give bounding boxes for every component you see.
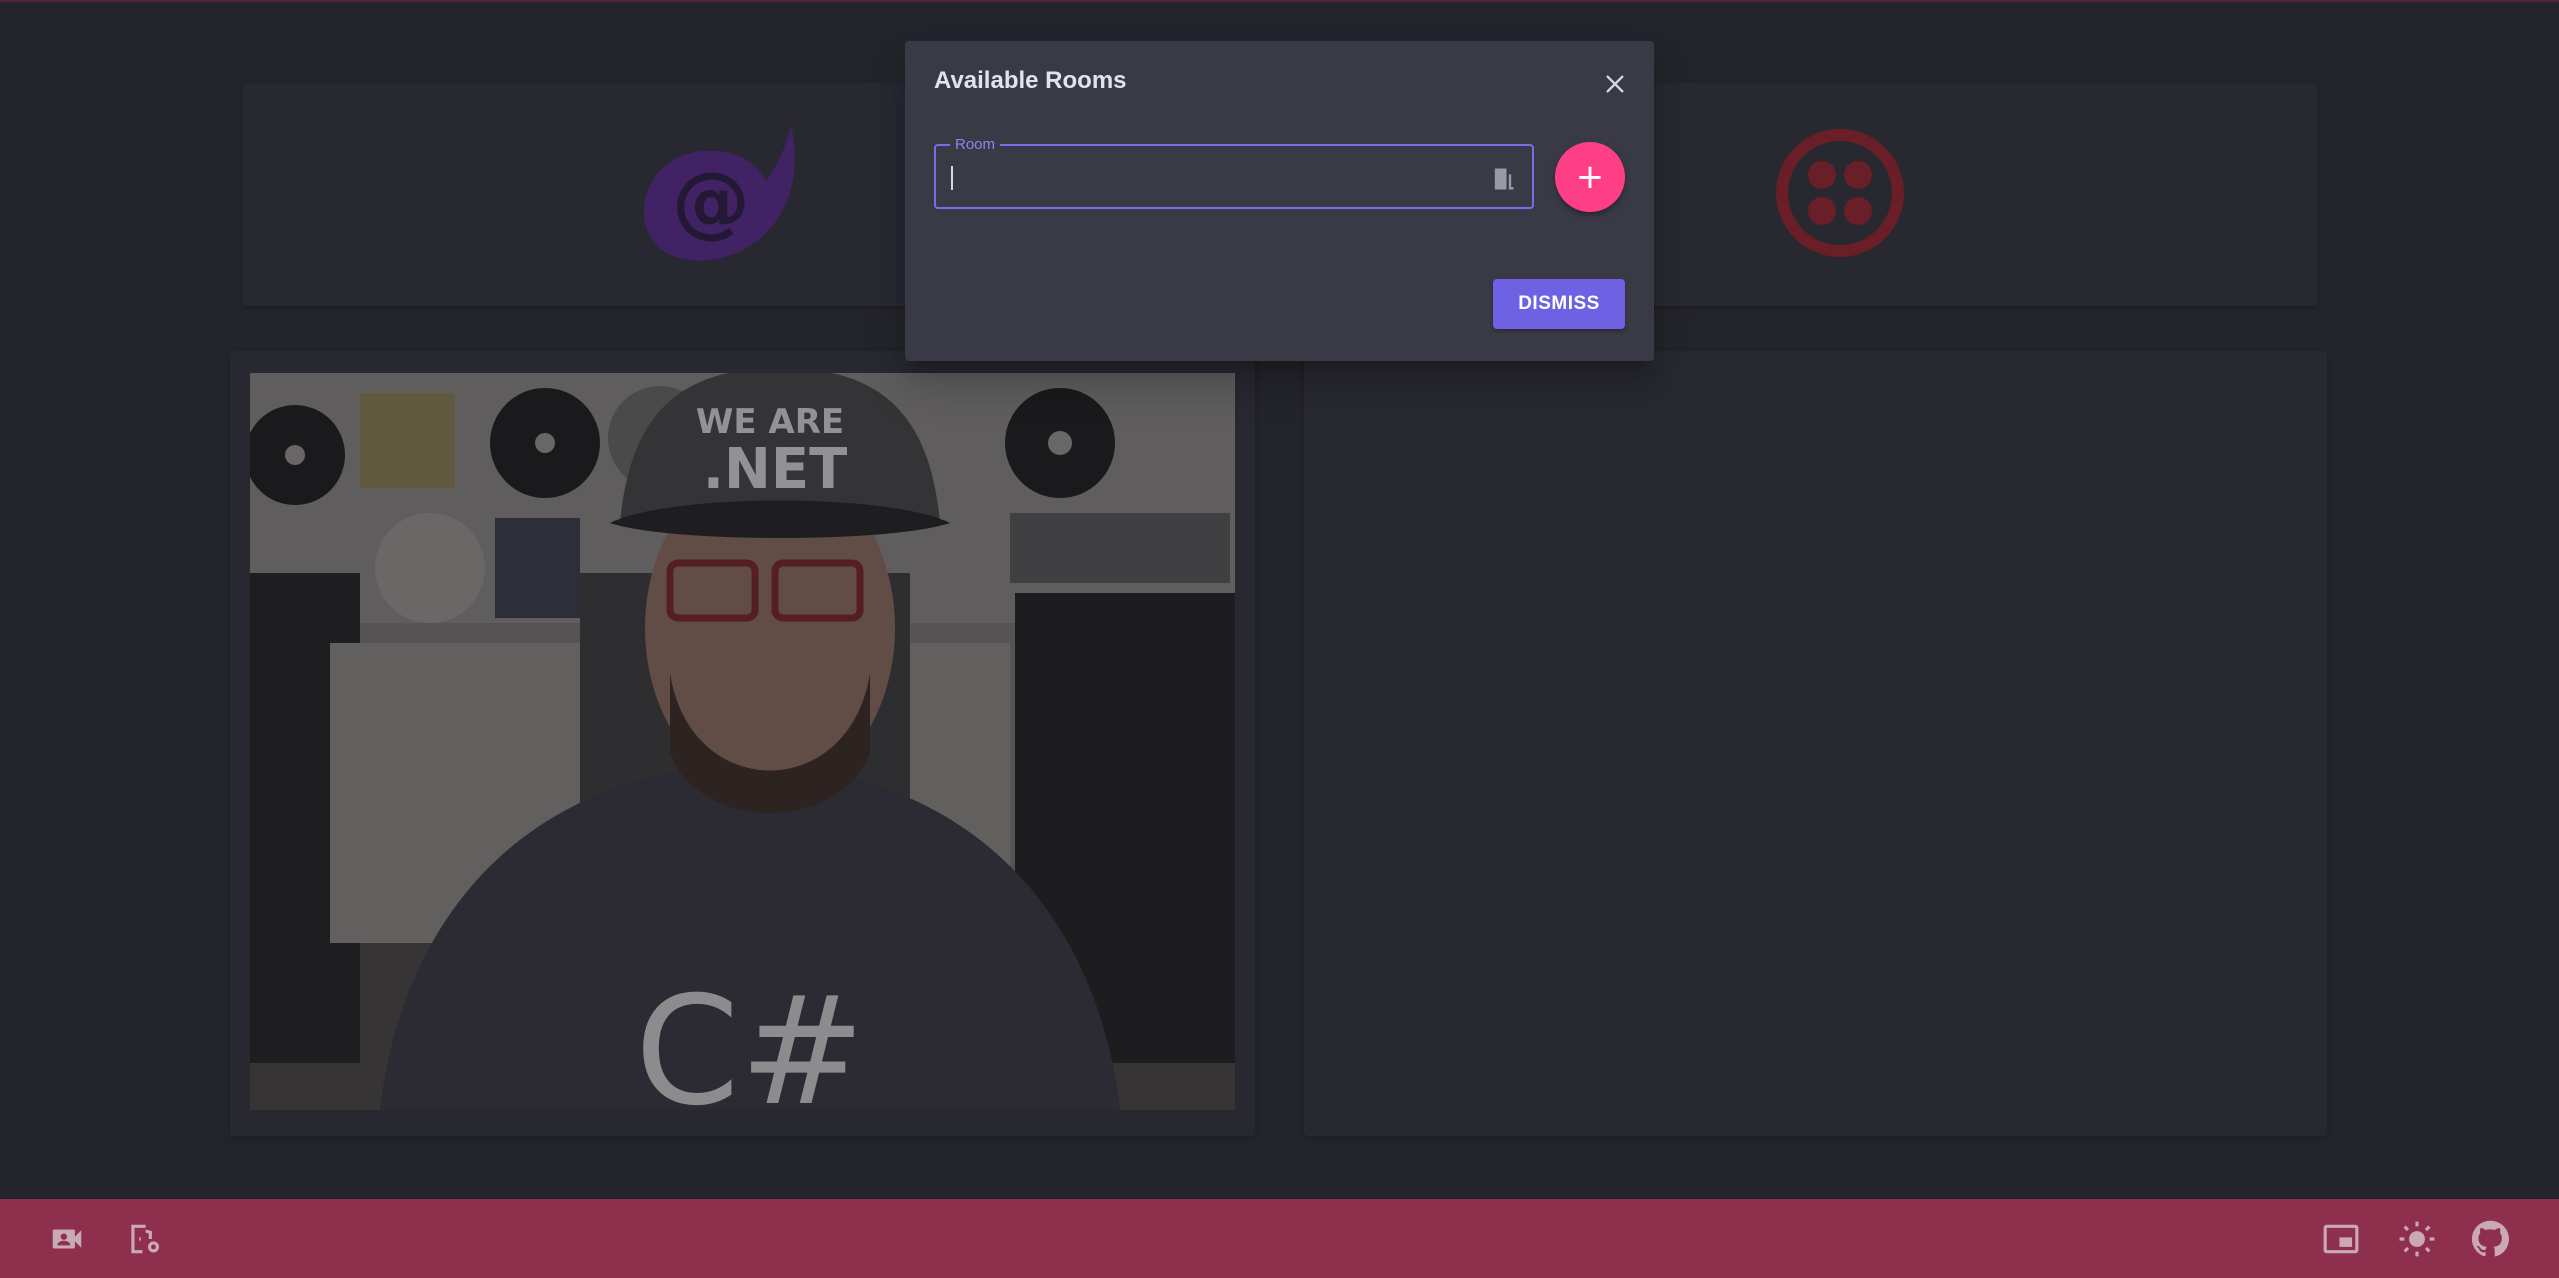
room-field[interactable]: Room: [934, 136, 1534, 209]
room-settings-icon[interactable]: [124, 1219, 164, 1259]
text-cursor: [951, 166, 953, 190]
available-rooms-dialog: Available Rooms Room + DISMISS: [905, 41, 1654, 361]
add-icon: +: [1575, 157, 1605, 197]
room-input[interactable]: [950, 156, 1474, 198]
dismiss-button[interactable]: DISMISS: [1493, 279, 1625, 329]
dialog-title: Available Rooms: [934, 67, 1127, 94]
app-root: @ WE ARE .NET C# Available Rooms Room + …: [0, 0, 2559, 1278]
brightness-icon[interactable]: [2397, 1219, 2437, 1259]
video-camera-icon[interactable]: [47, 1219, 87, 1259]
room-field-label: Room: [950, 136, 1001, 153]
close-icon: [1606, 75, 1624, 93]
bottom-app-bar: [0, 1199, 2559, 1278]
github-icon[interactable]: [2470, 1219, 2510, 1259]
picture-in-picture-icon[interactable]: [2321, 1219, 2361, 1259]
close-button[interactable]: [1598, 67, 1632, 101]
add-room-button[interactable]: +: [1555, 142, 1625, 212]
door-icon: [1494, 168, 1514, 190]
